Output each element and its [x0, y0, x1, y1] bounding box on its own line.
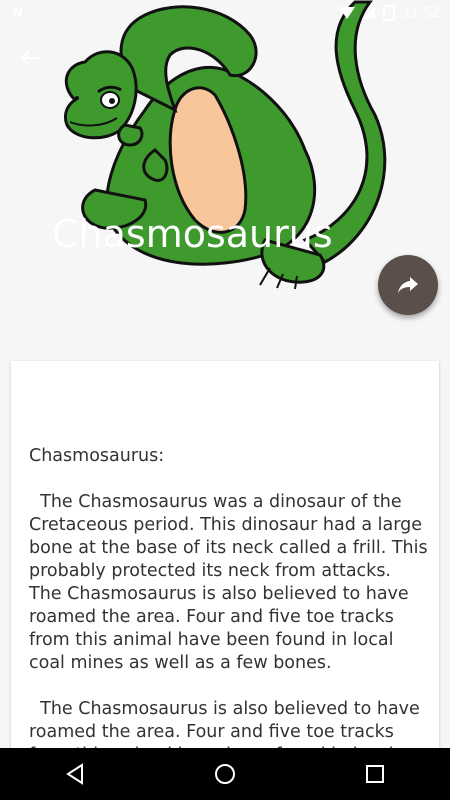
navigation-bar [0, 748, 450, 800]
arrow-left-icon [20, 50, 39, 66]
status-time: 11:52 [402, 5, 440, 21]
share-arrow-icon [398, 277, 418, 293]
nav-back-button[interactable] [45, 748, 105, 800]
square-recents-icon [366, 765, 384, 783]
nav-recents-button[interactable] [345, 748, 405, 800]
content-card: Chasmosaurus: The Chasmosaurus was a din… [11, 361, 439, 781]
status-carrier: N [12, 6, 24, 21]
share-button[interactable] [378, 255, 438, 315]
back-button[interactable] [14, 44, 46, 72]
signal-icon [362, 7, 375, 19]
wifi-icon [338, 7, 355, 19]
circle-home-icon [215, 764, 235, 784]
page-title: Chasmosaurus [52, 212, 333, 256]
nav-home-button[interactable] [195, 748, 255, 800]
battery-icon [382, 5, 395, 21]
status-bar: N 11:52 [0, 0, 450, 28]
triangle-back-icon [66, 763, 83, 785]
dinosaur-description: Chasmosaurus: The Chasmosaurus was a din… [29, 446, 428, 781]
